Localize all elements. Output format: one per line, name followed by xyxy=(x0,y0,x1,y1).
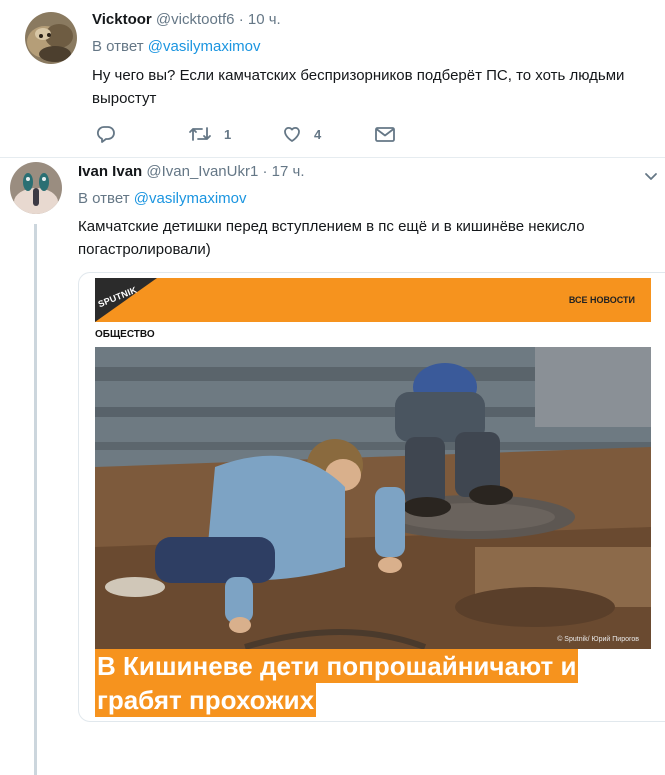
tweet-text-line: погастролировали) xyxy=(78,241,211,258)
chevron-down-icon[interactable] xyxy=(644,169,658,180)
tweet-text: Камчатские детишки перед вступлением в п… xyxy=(78,215,648,261)
username[interactable]: @vicktootf6 xyxy=(156,11,235,28)
direct-message-button[interactable] xyxy=(374,122,396,146)
tweet-header: Vicktoor @vicktootf6 · 10 ч. xyxy=(92,10,281,30)
reply-icon xyxy=(96,124,116,144)
tweet-header: Ivan Ivan @Ivan_IvanUkr1 · 17 ч. xyxy=(78,162,305,182)
timestamp[interactable]: 10 ч. xyxy=(248,11,281,28)
link-card[interactable]: SPUTNIK ВСЕ НОВОСТИ ОБЩЕСТВО © Sputnik/ … xyxy=(78,272,665,722)
envelope-icon xyxy=(374,124,396,144)
username[interactable]: @Ivan_IvanUkr1 xyxy=(146,163,258,180)
headline-line: В Кишиневе дети попрошайничают и xyxy=(95,649,579,683)
tweet-actions: 1 4 xyxy=(92,122,512,146)
like-count: 4 xyxy=(314,126,322,142)
separator-dot: · xyxy=(238,11,244,28)
reply-prefix: В ответ xyxy=(92,38,144,55)
avatar[interactable] xyxy=(25,12,77,64)
tweet-vicktoor[interactable]: Vicktoor @vicktootf6 · 10 ч. В ответ @va… xyxy=(0,0,665,158)
display-name[interactable]: Ivan Ivan xyxy=(78,163,142,180)
display-name[interactable]: Vicktoor xyxy=(92,11,152,28)
retweet-button[interactable]: 1 xyxy=(188,122,231,146)
reply-button[interactable] xyxy=(96,122,116,146)
heart-icon xyxy=(282,124,302,144)
reply-mention-link[interactable]: @vasilymaximov xyxy=(134,190,247,207)
reply-mention-link[interactable]: @vasilymaximov xyxy=(148,38,261,55)
avatar[interactable] xyxy=(10,162,62,214)
tweet-text-line: Ну чего вы? Если камчатских беспризорник… xyxy=(92,67,625,84)
sputnik-logo: SPUTNIK xyxy=(95,278,157,322)
reply-context: В ответ @vasilymaximov xyxy=(92,37,261,57)
timestamp[interactable]: 17 ч. xyxy=(272,163,305,180)
headline-line: грабят прохожих xyxy=(95,683,317,717)
card-banner: SPUTNIK ВСЕ НОВОСТИ xyxy=(95,278,651,322)
photo-credit: © Sputnik/ Юрий Пирогов xyxy=(557,636,639,643)
tweet-text: Ну чего вы? Если камчатских беспризорник… xyxy=(92,64,665,110)
reply-context: В ответ @vasilymaximov xyxy=(78,189,247,209)
article-photo: © Sputnik/ Юрий Пирогов xyxy=(95,347,651,649)
retweet-icon xyxy=(188,124,212,144)
like-button[interactable]: 4 xyxy=(282,122,321,146)
retweet-count: 1 xyxy=(224,126,232,142)
tweet-text-line: Камчатские детишки перед вступлением в п… xyxy=(78,218,585,235)
all-news-link: ВСЕ НОВОСТИ xyxy=(568,295,635,305)
section-label: ОБЩЕСТВО xyxy=(95,329,155,340)
tweet-ivan-ivan[interactable]: Ivan Ivan @Ivan_IvanUkr1 · 17 ч. В ответ… xyxy=(0,158,665,775)
thread-connector-line xyxy=(34,224,37,775)
reply-prefix: В ответ xyxy=(78,190,130,207)
separator-dot: · xyxy=(262,163,268,180)
tweet-text-line: выростут xyxy=(92,90,157,107)
